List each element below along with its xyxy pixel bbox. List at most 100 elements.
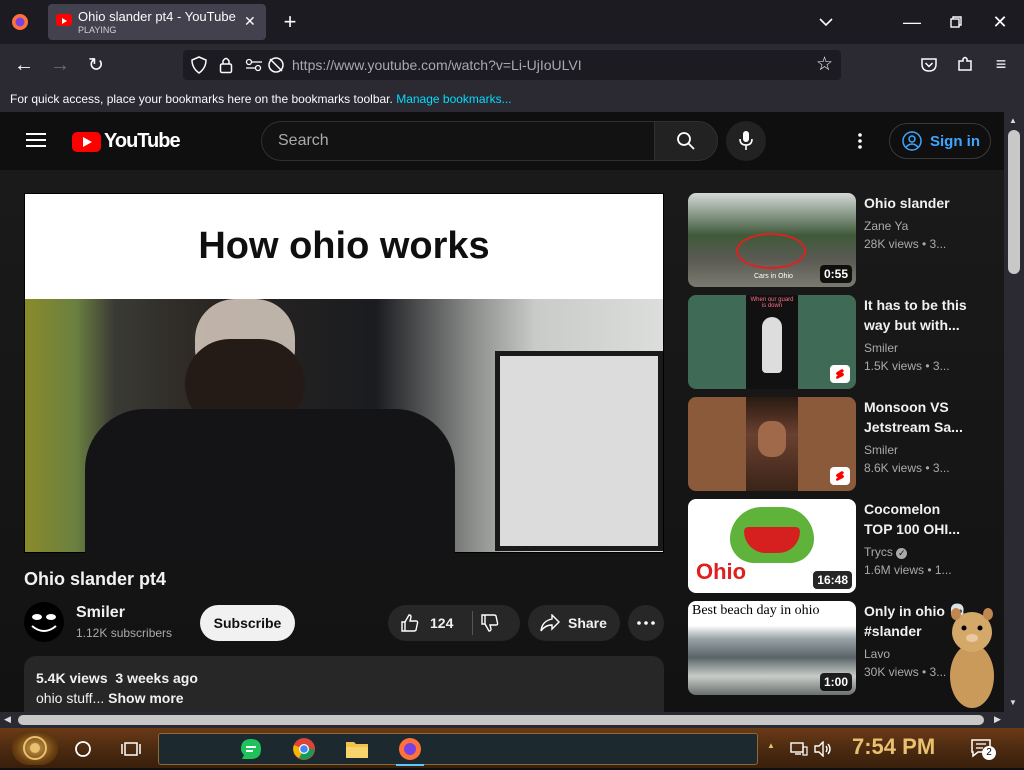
manage-bookmarks-link[interactable]: Manage bookmarks...: [396, 92, 511, 106]
video-duration: 16:48: [813, 571, 852, 589]
search-input[interactable]: Search: [261, 121, 655, 161]
channel-name[interactable]: Smiler: [76, 604, 125, 622]
extensions-icon[interactable]: [954, 53, 976, 75]
chrome-icon[interactable]: [291, 736, 317, 762]
video-duration: 0:55: [819, 265, 852, 283]
active-app-indicator: [396, 764, 424, 766]
bookmark-star-icon[interactable]: ☆: [816, 53, 833, 76]
subscribe-button[interactable]: Subscribe: [200, 605, 295, 641]
new-tab-icon[interactable]: +: [278, 9, 302, 34]
forward-icon[interactable]: →: [48, 53, 72, 77]
scroll-right-icon[interactable]: ▶: [994, 714, 1001, 725]
file-explorer-icon[interactable]: [344, 736, 370, 762]
voice-search-button[interactable]: [726, 121, 766, 161]
show-more-link[interactable]: Show more: [108, 690, 183, 706]
scroll-down-icon[interactable]: ▼: [1009, 698, 1017, 707]
thumbnail-text: Best beach day in ohio: [692, 603, 820, 618]
bookmarks-hint: For quick access, place your bookmarks h…: [10, 92, 393, 106]
views-date: 5.4K views 3 weeks ago: [36, 670, 198, 686]
taskbar-clock[interactable]: 7:54 PM: [852, 734, 935, 760]
sign-in-label: Sign in: [930, 132, 980, 150]
share-label: Share: [568, 615, 607, 631]
upload-age: 3 weeks ago: [115, 670, 198, 686]
settings-more-icon[interactable]: [858, 131, 862, 151]
list-tabs-chevron-icon[interactable]: [814, 10, 838, 34]
description-box[interactable]: 5.4K views 3 weeks ago ohio stuff... Sho…: [24, 656, 664, 712]
notifications-button[interactable]: 2: [970, 738, 998, 762]
browser-tab-bar: Ohio slander pt4 - YouTube PLAYING ✕ + —…: [0, 0, 1024, 44]
recommendation-item[interactable]: When our guard is down It has to be this…: [688, 295, 988, 391]
horizontal-scrollbar[interactable]: ◀ ▶: [0, 712, 1024, 728]
description-snippet: ohio stuff... Show more: [36, 690, 184, 706]
person-body: [85, 409, 455, 553]
scroll-left-icon[interactable]: ◀: [4, 714, 11, 725]
recommendation-thumbnail[interactable]: Ohio 16:48: [688, 499, 856, 593]
pocket-icon[interactable]: [918, 53, 940, 75]
youtube-logo[interactable]: YouTube: [72, 130, 181, 153]
recommendation-thumbnail[interactable]: Best beach day in ohio 1:00: [688, 601, 856, 695]
like-button[interactable]: 124: [388, 605, 472, 641]
url-text[interactable]: https://www.youtube.com/watch?v=Li-UjIoU…: [292, 57, 582, 73]
watch-page-content: How ohio works Ohio slander pt4 Smiler 1…: [0, 170, 1004, 712]
hamster-sticker: [944, 606, 1000, 712]
firefox-taskbar-icon[interactable]: [397, 736, 423, 762]
recommendation-item[interactable]: Monsoon VS Jetstream Sa... Smiler 8.6K vi…: [688, 397, 988, 493]
vertical-scrollbar-thumb[interactable]: [1008, 130, 1020, 274]
firefox-menu-icon[interactable]: [8, 10, 32, 34]
thumbnail-text: Cars in Ohio: [754, 273, 793, 280]
recommendation-meta: 28K views • 3...: [864, 237, 947, 251]
recommendation-item[interactable]: Best beach day in ohio 1:00 Only in ohio…: [688, 601, 988, 697]
minimize-icon[interactable]: —: [900, 10, 924, 34]
reload-icon[interactable]: ↻: [84, 53, 108, 77]
guide-menu-icon[interactable]: [26, 132, 46, 153]
lock-icon[interactable]: [219, 56, 233, 79]
shield-icon[interactable]: [191, 56, 207, 79]
video-player[interactable]: How ohio works: [24, 193, 664, 553]
close-window-icon[interactable]: ✕: [988, 10, 1012, 34]
search-icon: [677, 132, 695, 150]
notification-count-badge: 2: [982, 746, 996, 760]
recommendation-item[interactable]: Ohio 16:48 Cocomelon TOP 100 OHI... Trycs…: [688, 499, 988, 595]
network-icon[interactable]: [786, 736, 812, 762]
back-icon[interactable]: ←: [12, 53, 36, 77]
vertical-scrollbar[interactable]: ▲ ▼: [1004, 112, 1024, 712]
hamburger-menu-icon[interactable]: ≡: [990, 53, 1012, 75]
chat-app-icon[interactable]: [238, 736, 264, 762]
search-circle-icon[interactable]: [70, 736, 96, 762]
volume-icon[interactable]: [810, 736, 836, 762]
character-face: [758, 421, 786, 457]
url-bar[interactable]: https://www.youtube.com/watch?v=Li-UjIoU…: [183, 50, 841, 80]
search-button[interactable]: [654, 121, 718, 161]
task-view-icon[interactable]: [118, 736, 144, 762]
recommendation-item[interactable]: Cars in Ohio 0:55 Ohio slander Zane Ya 2…: [688, 193, 988, 289]
share-button[interactable]: Share: [528, 605, 620, 641]
recommendation-thumbnail[interactable]: [688, 397, 856, 491]
autoplay-blocked-icon[interactable]: [267, 56, 285, 79]
recommendation-thumbnail[interactable]: When our guard is down: [688, 295, 856, 389]
description-text: ohio stuff...: [36, 690, 105, 706]
thumbs-down-icon: [481, 614, 499, 632]
restore-icon[interactable]: [944, 10, 968, 34]
recommendation-meta: 30K views • 3...: [864, 665, 947, 679]
microphone-icon: [739, 131, 753, 150]
horizontal-scrollbar-thumb[interactable]: [18, 715, 984, 725]
recommendation-channel: Smiler: [864, 341, 899, 355]
sign-in-button[interactable]: Sign in: [889, 123, 991, 159]
scroll-up-icon[interactable]: ▲: [1009, 116, 1017, 125]
show-hidden-icons-icon[interactable]: ▲: [767, 741, 775, 750]
verified-icon: ✓: [896, 548, 908, 559]
recommendation-thumbnail[interactable]: Cars in Ohio 0:55: [688, 193, 856, 287]
shorts-frame: [746, 397, 798, 491]
start-button[interactable]: [12, 731, 58, 765]
close-tab-icon[interactable]: ✕: [244, 13, 256, 30]
channel-avatar[interactable]: [24, 602, 64, 642]
view-count: 5.4K views: [36, 670, 108, 686]
more-actions-button[interactable]: [628, 605, 664, 641]
account-icon: [902, 131, 922, 151]
dislike-button[interactable]: [480, 613, 500, 636]
permissions-icon[interactable]: [245, 57, 263, 78]
video-frame: [25, 299, 663, 553]
tab-youtube[interactable]: Ohio slander pt4 - YouTube PLAYING ✕: [48, 4, 266, 40]
red-circle-marker: [736, 233, 806, 269]
like-count: 124: [430, 615, 454, 631]
